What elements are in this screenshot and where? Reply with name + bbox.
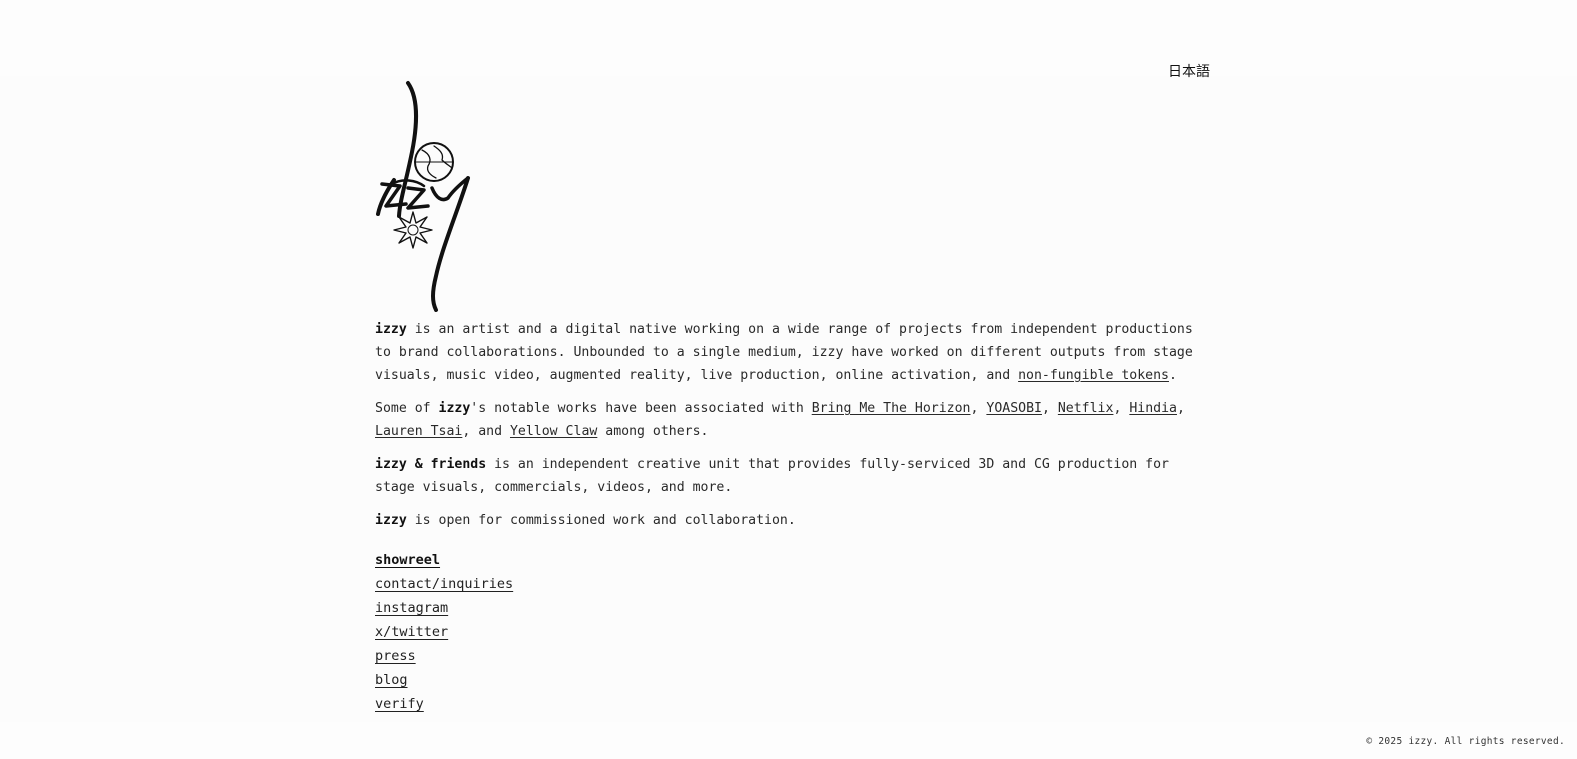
language-switch-link[interactable]: 日本語 <box>1168 61 1210 81</box>
about-paragraph-2: Some of izzy's notable works have been a… <box>375 397 1215 443</box>
separator: , <box>970 401 987 416</box>
period: . <box>1168 368 1177 383</box>
separator: , <box>1113 401 1130 416</box>
twitter-link[interactable]: x/twitter <box>375 620 513 644</box>
client-link-hindia[interactable]: Hindia <box>1129 401 1177 416</box>
link-list: showreel contact/inquiries instagram x/t… <box>375 548 513 716</box>
availability-text: is open for commissioned work and collab… <box>406 513 796 528</box>
about-paragraph-4: izzy is open for commissioned work and c… <box>375 509 1215 532</box>
artist-name: izzy <box>375 513 407 528</box>
verify-link[interactable]: verify <box>375 692 513 716</box>
works-outro-text: among others. <box>597 424 709 439</box>
client-link-yoasobi[interactable]: YOASOBI <box>986 401 1042 416</box>
separator: , <box>1176 401 1185 416</box>
header-band <box>0 0 1577 76</box>
about-paragraph-3: izzy & friends is an independent creativ… <box>375 453 1215 499</box>
studio-text: is an independent creative unit that pro… <box>375 457 1169 495</box>
instagram-link[interactable]: instagram <box>375 596 513 620</box>
client-link-lauren-tsai[interactable]: Lauren Tsai <box>375 424 462 439</box>
blog-link[interactable]: blog <box>375 668 513 692</box>
contact-link[interactable]: contact/inquiries <box>375 572 513 596</box>
about-section: izzy is an artist and a digital native w… <box>375 318 1215 542</box>
studio-name: izzy & friends <box>375 457 487 472</box>
separator: , and <box>462 424 510 439</box>
press-link[interactable]: press <box>375 644 513 668</box>
izzy-logo[interactable] <box>372 80 477 312</box>
nft-link[interactable]: non-fungible tokens <box>1018 368 1169 383</box>
about-paragraph-1: izzy is an artist and a digital native w… <box>375 318 1215 387</box>
showreel-link[interactable]: showreel <box>375 548 513 572</box>
copyright-text: © 2025 izzy. All rights reserved. <box>1366 736 1565 747</box>
artist-name: izzy <box>438 401 471 416</box>
artist-name: izzy <box>375 322 407 337</box>
client-link-bmth[interactable]: Bring Me The Horizon <box>812 401 971 416</box>
works-intro-text: Some of <box>375 401 439 416</box>
client-link-yellow-claw[interactable]: Yellow Claw <box>510 424 597 439</box>
works-text: 's notable works have been associated wi… <box>470 401 812 416</box>
separator: , <box>1041 401 1058 416</box>
client-link-netflix[interactable]: Netflix <box>1058 401 1114 416</box>
